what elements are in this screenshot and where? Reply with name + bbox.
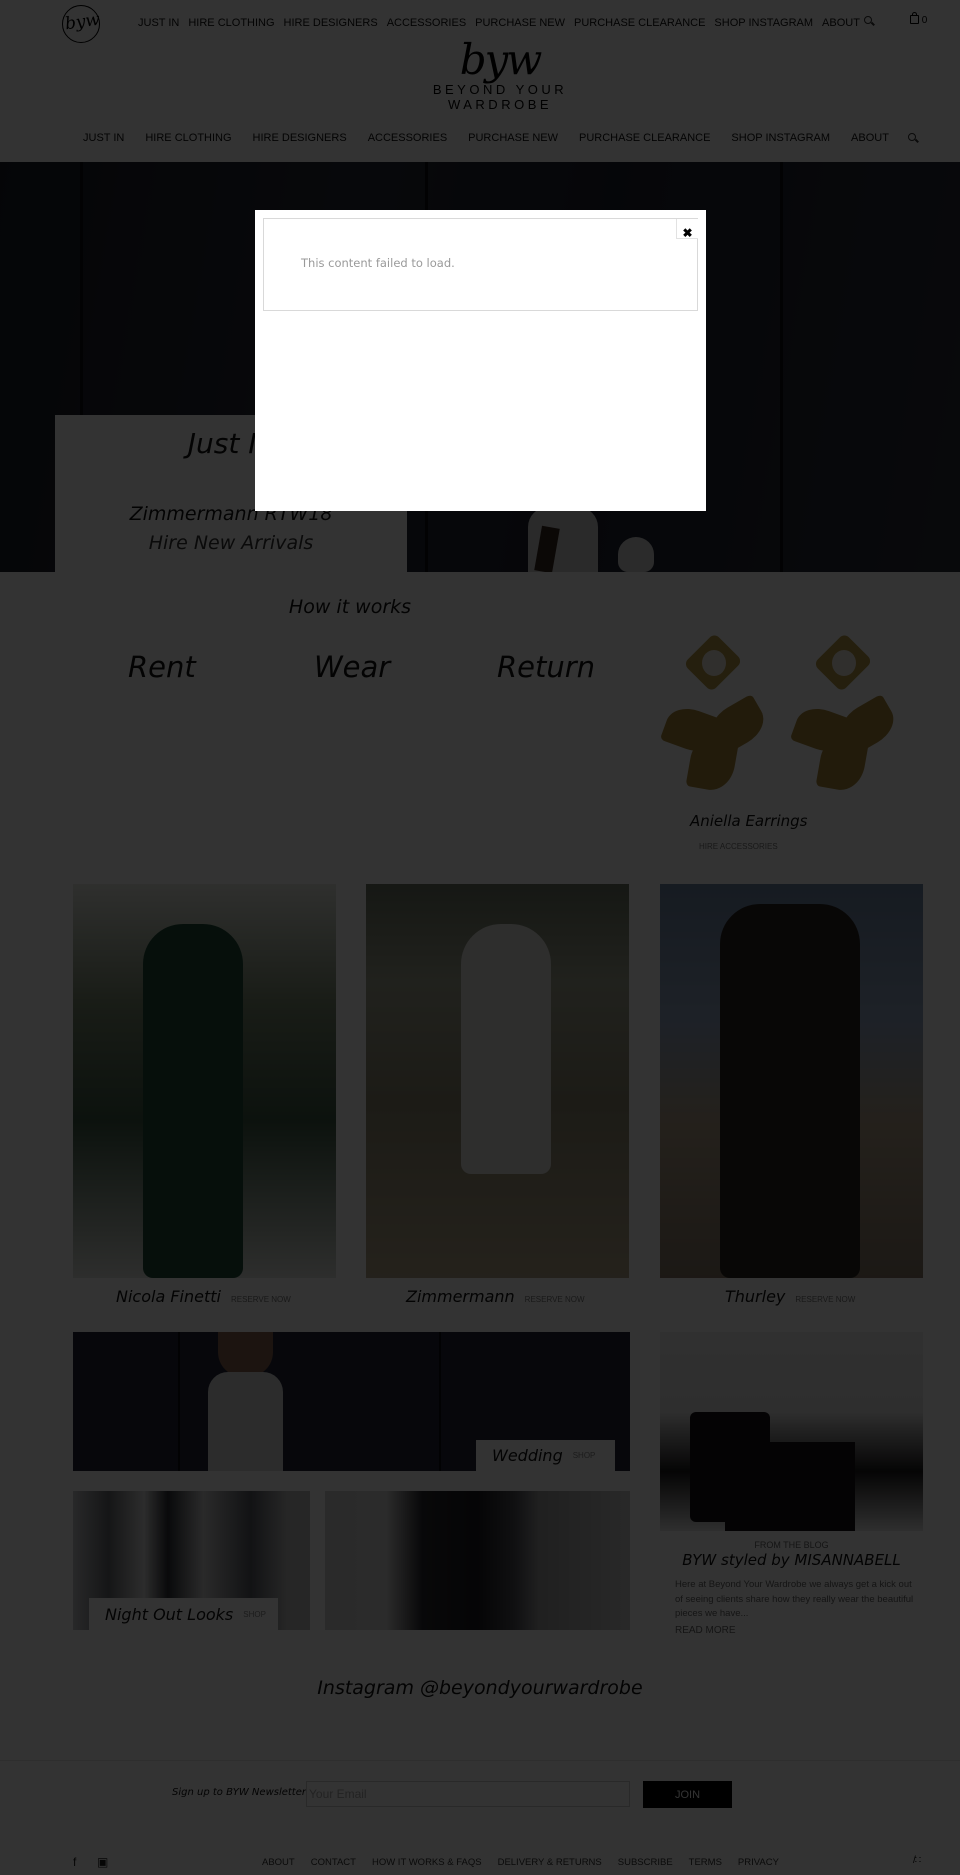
modal-error-message: This content failed to load. — [301, 256, 455, 270]
modal-content-frame: This content failed to load. ✖ — [263, 218, 698, 311]
close-icon[interactable]: ✖ — [676, 219, 698, 240]
modal-dialog: This content failed to load. ✖ — [255, 210, 706, 511]
